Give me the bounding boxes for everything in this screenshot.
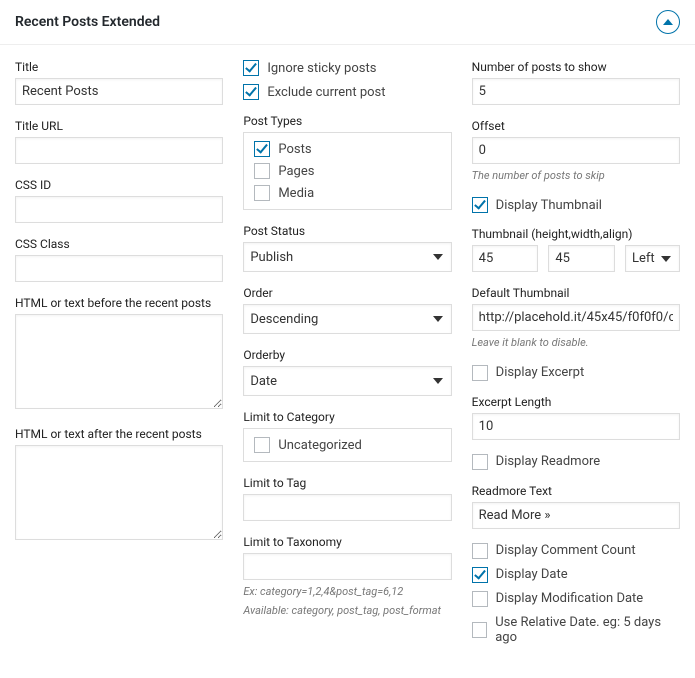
taxonomy-hint-1: Ex: category=1,2,4&post_tag=6,12 [243, 584, 451, 599]
css-class-input[interactable] [15, 255, 223, 282]
post-types-box: Posts Pages Media [243, 132, 451, 210]
display-excerpt-row[interactable]: Display Excerpt [472, 365, 680, 381]
exclude-current-label: Exclude current post [267, 85, 385, 100]
offset-input[interactable] [472, 137, 680, 164]
post-type-media-row[interactable]: Media [254, 185, 440, 201]
display-thumbnail-row[interactable]: Display Thumbnail [472, 197, 680, 213]
num-posts-label: Number of posts to show [472, 60, 680, 74]
display-mod-date-row[interactable]: Display Modification Date [472, 591, 680, 607]
limit-tag-label: Limit to Tag [243, 476, 451, 490]
uncategorized-checkbox[interactable] [254, 437, 270, 453]
excerpt-length-label: Excerpt Length [472, 395, 680, 409]
ignore-sticky-checkbox[interactable] [243, 60, 259, 76]
limit-taxonomy-label: Limit to Taxonomy [243, 535, 451, 549]
order-select[interactable]: Descending [243, 304, 451, 334]
display-comment-label: Display Comment Count [496, 543, 636, 558]
column-right: Number of posts to show Offset The numbe… [472, 60, 680, 653]
offset-hint: The number of posts to skip [472, 168, 680, 183]
thumbnail-dims-label: Thumbnail (height,width,align) [472, 227, 680, 241]
display-readmore-label: Display Readmore [496, 454, 601, 469]
num-posts-input[interactable] [472, 78, 680, 105]
display-thumbnail-label: Display Thumbnail [496, 198, 602, 213]
html-before-label: HTML or text before the recent posts [15, 296, 223, 310]
display-comment-row[interactable]: Display Comment Count [472, 543, 680, 559]
use-relative-date-checkbox[interactable] [472, 622, 488, 638]
post-type-posts-checkbox[interactable] [254, 141, 270, 157]
display-mod-date-checkbox[interactable] [472, 591, 488, 607]
exclude-current-row[interactable]: Exclude current post [243, 84, 451, 100]
ignore-sticky-row[interactable]: Ignore sticky posts [243, 60, 451, 76]
post-type-pages-checkbox[interactable] [254, 163, 270, 179]
taxonomy-hint-2: Available: category, post_tag, post_form… [243, 603, 451, 618]
title-url-input[interactable] [15, 137, 223, 164]
default-thumbnail-label: Default Thumbnail [472, 286, 680, 300]
chevron-up-icon [663, 17, 673, 27]
readmore-text-label: Readmore Text [472, 484, 680, 498]
readmore-text-input[interactable] [472, 502, 680, 529]
excerpt-length-input[interactable] [472, 413, 680, 440]
widget-container: Recent Posts Extended Title Title URL CS… [0, 0, 695, 678]
post-type-media-label: Media [278, 186, 314, 201]
widget-title: Recent Posts Extended [15, 14, 160, 30]
orderby-label: Orderby [243, 348, 451, 362]
orderby-select[interactable]: Date [243, 366, 451, 396]
post-status-select[interactable]: Publish [243, 242, 451, 272]
column-left: Title Title URL CSS ID CSS Class HTML or… [15, 60, 223, 653]
html-before-textarea[interactable] [15, 314, 223, 409]
title-input[interactable] [15, 78, 223, 105]
offset-label: Offset [472, 119, 680, 133]
html-after-textarea[interactable] [15, 445, 223, 540]
collapse-button[interactable] [656, 10, 680, 34]
display-mod-date-label: Display Modification Date [496, 591, 644, 606]
default-thumbnail-input[interactable] [472, 304, 680, 331]
post-type-pages-label: Pages [278, 164, 314, 179]
display-date-label: Display Date [496, 567, 568, 582]
html-after-label: HTML or text after the recent posts [15, 427, 223, 441]
post-type-pages-row[interactable]: Pages [254, 163, 440, 179]
limit-tag-input[interactable] [243, 494, 451, 521]
title-label: Title [15, 60, 223, 74]
use-relative-date-row[interactable]: Use Relative Date. eg: 5 days ago [472, 615, 680, 645]
uncategorized-label: Uncategorized [278, 438, 361, 453]
column-middle: Ignore sticky posts Exclude current post… [243, 60, 451, 653]
display-date-row[interactable]: Display Date [472, 567, 680, 583]
display-excerpt-checkbox[interactable] [472, 365, 488, 381]
post-type-posts-label: Posts [278, 142, 311, 157]
thumbnail-width-input[interactable] [548, 245, 615, 272]
limit-category-box: Uncategorized [243, 428, 451, 462]
post-type-media-checkbox[interactable] [254, 185, 270, 201]
uncategorized-row[interactable]: Uncategorized [254, 437, 440, 453]
widget-body: Title Title URL CSS ID CSS Class HTML or… [0, 45, 695, 678]
display-readmore-row[interactable]: Display Readmore [472, 454, 680, 470]
exclude-current-checkbox[interactable] [243, 84, 259, 100]
post-type-posts-row[interactable]: Posts [254, 141, 440, 157]
thumbnail-height-input[interactable] [472, 245, 539, 272]
display-date-checkbox[interactable] [472, 567, 488, 583]
display-readmore-checkbox[interactable] [472, 454, 488, 470]
default-thumbnail-hint: Leave it blank to disable. [472, 335, 680, 350]
display-comment-checkbox[interactable] [472, 543, 488, 559]
limit-category-label: Limit to Category [243, 410, 451, 424]
use-relative-date-label: Use Relative Date. eg: 5 days ago [495, 615, 680, 645]
limit-taxonomy-input[interactable] [243, 553, 451, 580]
css-id-input[interactable] [15, 196, 223, 223]
order-label: Order [243, 286, 451, 300]
css-id-label: CSS ID [15, 178, 223, 192]
post-status-label: Post Status [243, 224, 451, 238]
thumbnail-align-select[interactable]: Left [625, 245, 680, 272]
display-excerpt-label: Display Excerpt [496, 365, 585, 380]
widget-header: Recent Posts Extended [0, 0, 695, 45]
css-class-label: CSS Class [15, 237, 223, 251]
post-types-label: Post Types [243, 114, 451, 128]
title-url-label: Title URL [15, 119, 223, 133]
ignore-sticky-label: Ignore sticky posts [267, 61, 376, 76]
display-thumbnail-checkbox[interactable] [472, 197, 488, 213]
